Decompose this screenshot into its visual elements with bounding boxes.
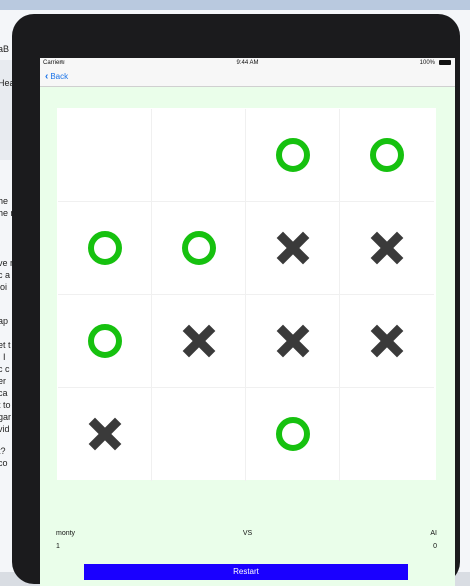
board-cell[interactable] [340, 109, 434, 202]
board-cell[interactable] [152, 388, 246, 481]
board-cell[interactable] [340, 295, 434, 388]
navigation-bar: ‹ Back [40, 68, 455, 87]
x-mark-icon [370, 324, 404, 358]
bg-fragment: co [0, 458, 8, 468]
board-cell[interactable] [152, 109, 246, 202]
x-mark-icon [370, 231, 404, 265]
board-cell[interactable] [58, 109, 152, 202]
board-cell[interactable] [340, 202, 434, 295]
board-cell[interactable] [152, 295, 246, 388]
o-mark-icon [182, 231, 216, 265]
chevron-left-icon: ‹ [45, 71, 49, 82]
player-right-score: 0 [433, 543, 437, 550]
x-mark-icon [276, 324, 310, 358]
board-cell[interactable] [58, 202, 152, 295]
bg-fragment: vid [0, 424, 10, 434]
board-cell[interactable] [340, 388, 434, 481]
status-time: 9:44 AM [236, 60, 259, 66]
x-mark-icon [182, 324, 216, 358]
board-cell[interactable] [152, 202, 246, 295]
bg-fragment: er [0, 376, 7, 386]
x-mark-icon [276, 231, 310, 265]
player-right-name: AI [430, 530, 437, 537]
restart-button[interactable]: Restart [84, 564, 408, 580]
vs-label: VS [242, 530, 253, 537]
back-label: Back [50, 72, 69, 81]
status-bar: Carrier ≋ 9:44 AM 100% [40, 58, 455, 68]
bg-fragment: ca [0, 388, 8, 398]
bg-fragment: he [0, 196, 9, 206]
ipad-frame: Carrier ≋ 9:44 AM 100% ‹ Back monty 1 VS … [12, 14, 460, 586]
o-mark-icon [88, 324, 122, 358]
board-cell[interactable] [58, 388, 152, 481]
bg-fragment: c c [0, 364, 10, 374]
bg-fragment: t to [0, 400, 11, 410]
o-mark-icon [276, 138, 310, 172]
battery-percent: 100% [419, 60, 435, 66]
o-mark-icon [370, 138, 404, 172]
bg-fragment: ap [0, 316, 9, 326]
board-cell[interactable] [246, 295, 340, 388]
board-cell[interactable] [58, 295, 152, 388]
board-cell[interactable] [246, 109, 340, 202]
bg-fragment: ioi [0, 282, 8, 292]
bg-fragment: . I [0, 352, 6, 362]
bg-fragment: aB [0, 44, 10, 54]
board-cell[interactable] [246, 388, 340, 481]
o-mark-icon [276, 417, 310, 451]
bg-fragment: et t [0, 340, 11, 350]
game-board [57, 108, 436, 481]
x-mark-icon [88, 417, 122, 451]
app-screen: Carrier ≋ 9:44 AM 100% ‹ Back monty 1 VS … [40, 58, 455, 586]
background-titlebar [0, 0, 470, 10]
bg-fragment: c a [0, 270, 11, 280]
battery-icon [439, 60, 451, 65]
board-cell[interactable] [246, 202, 340, 295]
player-left-score: 1 [56, 543, 60, 550]
bg-fragment: t? [0, 446, 6, 456]
o-mark-icon [88, 231, 122, 265]
bg-fragment: gar [0, 412, 12, 422]
back-button[interactable]: ‹ Back [45, 71, 68, 82]
